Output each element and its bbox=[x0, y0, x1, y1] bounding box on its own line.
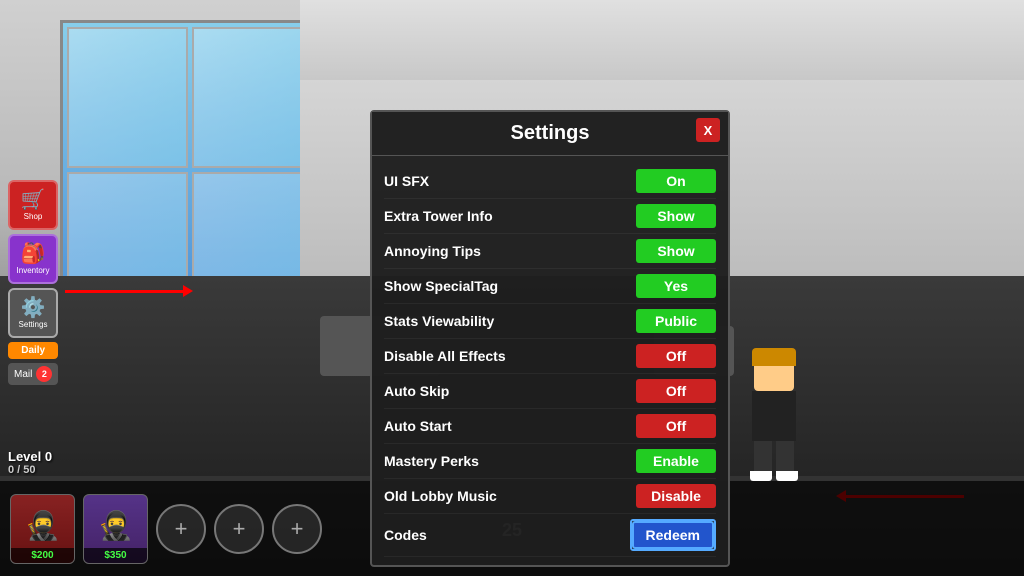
add-slot-3[interactable]: + bbox=[272, 504, 322, 554]
settings-value-button[interactable]: Show bbox=[636, 239, 716, 263]
settings-header: Settings X bbox=[372, 112, 728, 156]
window-pane bbox=[192, 27, 313, 168]
settings-body: UI SFXOnExtra Tower InfoShowAnnoying Tip… bbox=[372, 156, 728, 565]
redeem-button[interactable]: Redeem bbox=[632, 521, 714, 549]
settings-modal: Settings X UI SFXOnExtra Tower InfoShowA… bbox=[370, 110, 730, 567]
char-hair bbox=[752, 348, 796, 366]
window-frame bbox=[63, 23, 317, 317]
char-body bbox=[752, 391, 796, 441]
settings-row: Auto Skip Off bbox=[384, 374, 716, 409]
slot-count: 0 / 50 bbox=[8, 464, 52, 476]
shop-icon: 🛒 bbox=[21, 190, 46, 210]
player-character bbox=[744, 356, 804, 476]
settings-value-button[interactable]: Off bbox=[636, 344, 716, 368]
settings-row: Show SpecialTag Yes bbox=[384, 269, 716, 304]
left-sidebar: 🛒 Shop 🎒 Inventory ⚙️ Settings Daily Mai… bbox=[8, 180, 58, 385]
shop-label: Shop bbox=[24, 212, 43, 221]
char-shoes bbox=[744, 471, 804, 481]
char-leg-left bbox=[754, 441, 772, 471]
add-slot-1[interactable]: + bbox=[156, 504, 206, 554]
settings-value-button[interactable]: Disable bbox=[636, 484, 716, 508]
settings-close-button[interactable]: X bbox=[696, 118, 720, 142]
settings-row-label: Auto Start bbox=[384, 418, 452, 434]
settings-row: Disable All Effects Off bbox=[384, 339, 716, 374]
settings-row: Extra Tower Info Show bbox=[384, 199, 716, 234]
settings-value-button[interactable]: Show bbox=[636, 204, 716, 228]
settings-value-button[interactable]: Yes bbox=[636, 274, 716, 298]
settings-value-button[interactable]: Off bbox=[636, 379, 716, 403]
unit-price-1: $200 bbox=[11, 548, 74, 563]
settings-value-button[interactable]: Off bbox=[636, 414, 716, 438]
settings-value-button[interactable]: Public bbox=[636, 309, 716, 333]
settings-row: Stats Viewability Public bbox=[384, 304, 716, 339]
settings-row-label: Extra Tower Info bbox=[384, 208, 493, 224]
char-legs bbox=[744, 441, 804, 471]
unit-icon-1: 🥷 bbox=[23, 503, 63, 548]
settings-row: Annoying Tips Show bbox=[384, 234, 716, 269]
mail-button[interactable]: Mail 2 bbox=[8, 363, 58, 385]
level-text: Level 0 bbox=[8, 449, 52, 464]
mail-badge: 2 bbox=[36, 366, 52, 382]
settings-button[interactable]: ⚙️ Settings bbox=[8, 288, 58, 338]
redeem-wrapper: Redeem bbox=[630, 519, 716, 551]
daily-button[interactable]: Daily bbox=[8, 342, 58, 359]
settings-title: Settings bbox=[511, 122, 590, 144]
settings-row-label: Old Lobby Music bbox=[384, 488, 497, 504]
settings-row-label: Annoying Tips bbox=[384, 243, 481, 259]
settings-row-label: Codes bbox=[384, 527, 427, 543]
settings-row-label: UI SFX bbox=[384, 173, 429, 189]
settings-value-button[interactable]: Enable bbox=[636, 449, 716, 473]
settings-row-label: Mastery Perks bbox=[384, 453, 479, 469]
unit-slot-1[interactable]: 🥷 $200 bbox=[10, 494, 75, 564]
char-head bbox=[754, 356, 794, 391]
settings-row: Codes Redeem bbox=[384, 514, 716, 557]
settings-row: Mastery Perks Enable bbox=[384, 444, 716, 479]
char-shoe-right bbox=[776, 471, 798, 481]
settings-label: Settings bbox=[19, 320, 48, 329]
inventory-icon: 🎒 bbox=[21, 244, 46, 264]
char-leg-right bbox=[776, 441, 794, 471]
settings-row-label: Show SpecialTag bbox=[384, 278, 498, 294]
shop-button[interactable]: 🛒 Shop bbox=[8, 180, 58, 230]
settings-row-label: Stats Viewability bbox=[384, 313, 494, 329]
mail-label: Mail bbox=[14, 369, 32, 380]
settings-row: UI SFX On bbox=[384, 164, 716, 199]
ceiling bbox=[300, 0, 1024, 80]
inventory-label: Inventory bbox=[17, 266, 50, 275]
settings-icon: ⚙️ bbox=[21, 298, 46, 318]
unit-icon-2: 🥷 bbox=[96, 503, 136, 548]
settings-row: Old Lobby Music Disable bbox=[384, 479, 716, 514]
char-shoe-left bbox=[750, 471, 772, 481]
unit-slot-2[interactable]: 🥷 $350 bbox=[83, 494, 148, 564]
level-indicator: Level 0 0 / 50 bbox=[8, 449, 52, 476]
unit-price-2: $350 bbox=[84, 548, 147, 563]
window-area bbox=[60, 20, 320, 320]
settings-row-label: Disable All Effects bbox=[384, 348, 506, 364]
settings-row-label: Auto Skip bbox=[384, 383, 449, 399]
arrow-settings bbox=[65, 290, 185, 293]
settings-value-button[interactable]: On bbox=[636, 169, 716, 193]
inventory-button[interactable]: 🎒 Inventory bbox=[8, 234, 58, 284]
settings-row: Auto Start Off bbox=[384, 409, 716, 444]
window-pane bbox=[67, 27, 188, 168]
add-slot-2[interactable]: + bbox=[214, 504, 264, 554]
